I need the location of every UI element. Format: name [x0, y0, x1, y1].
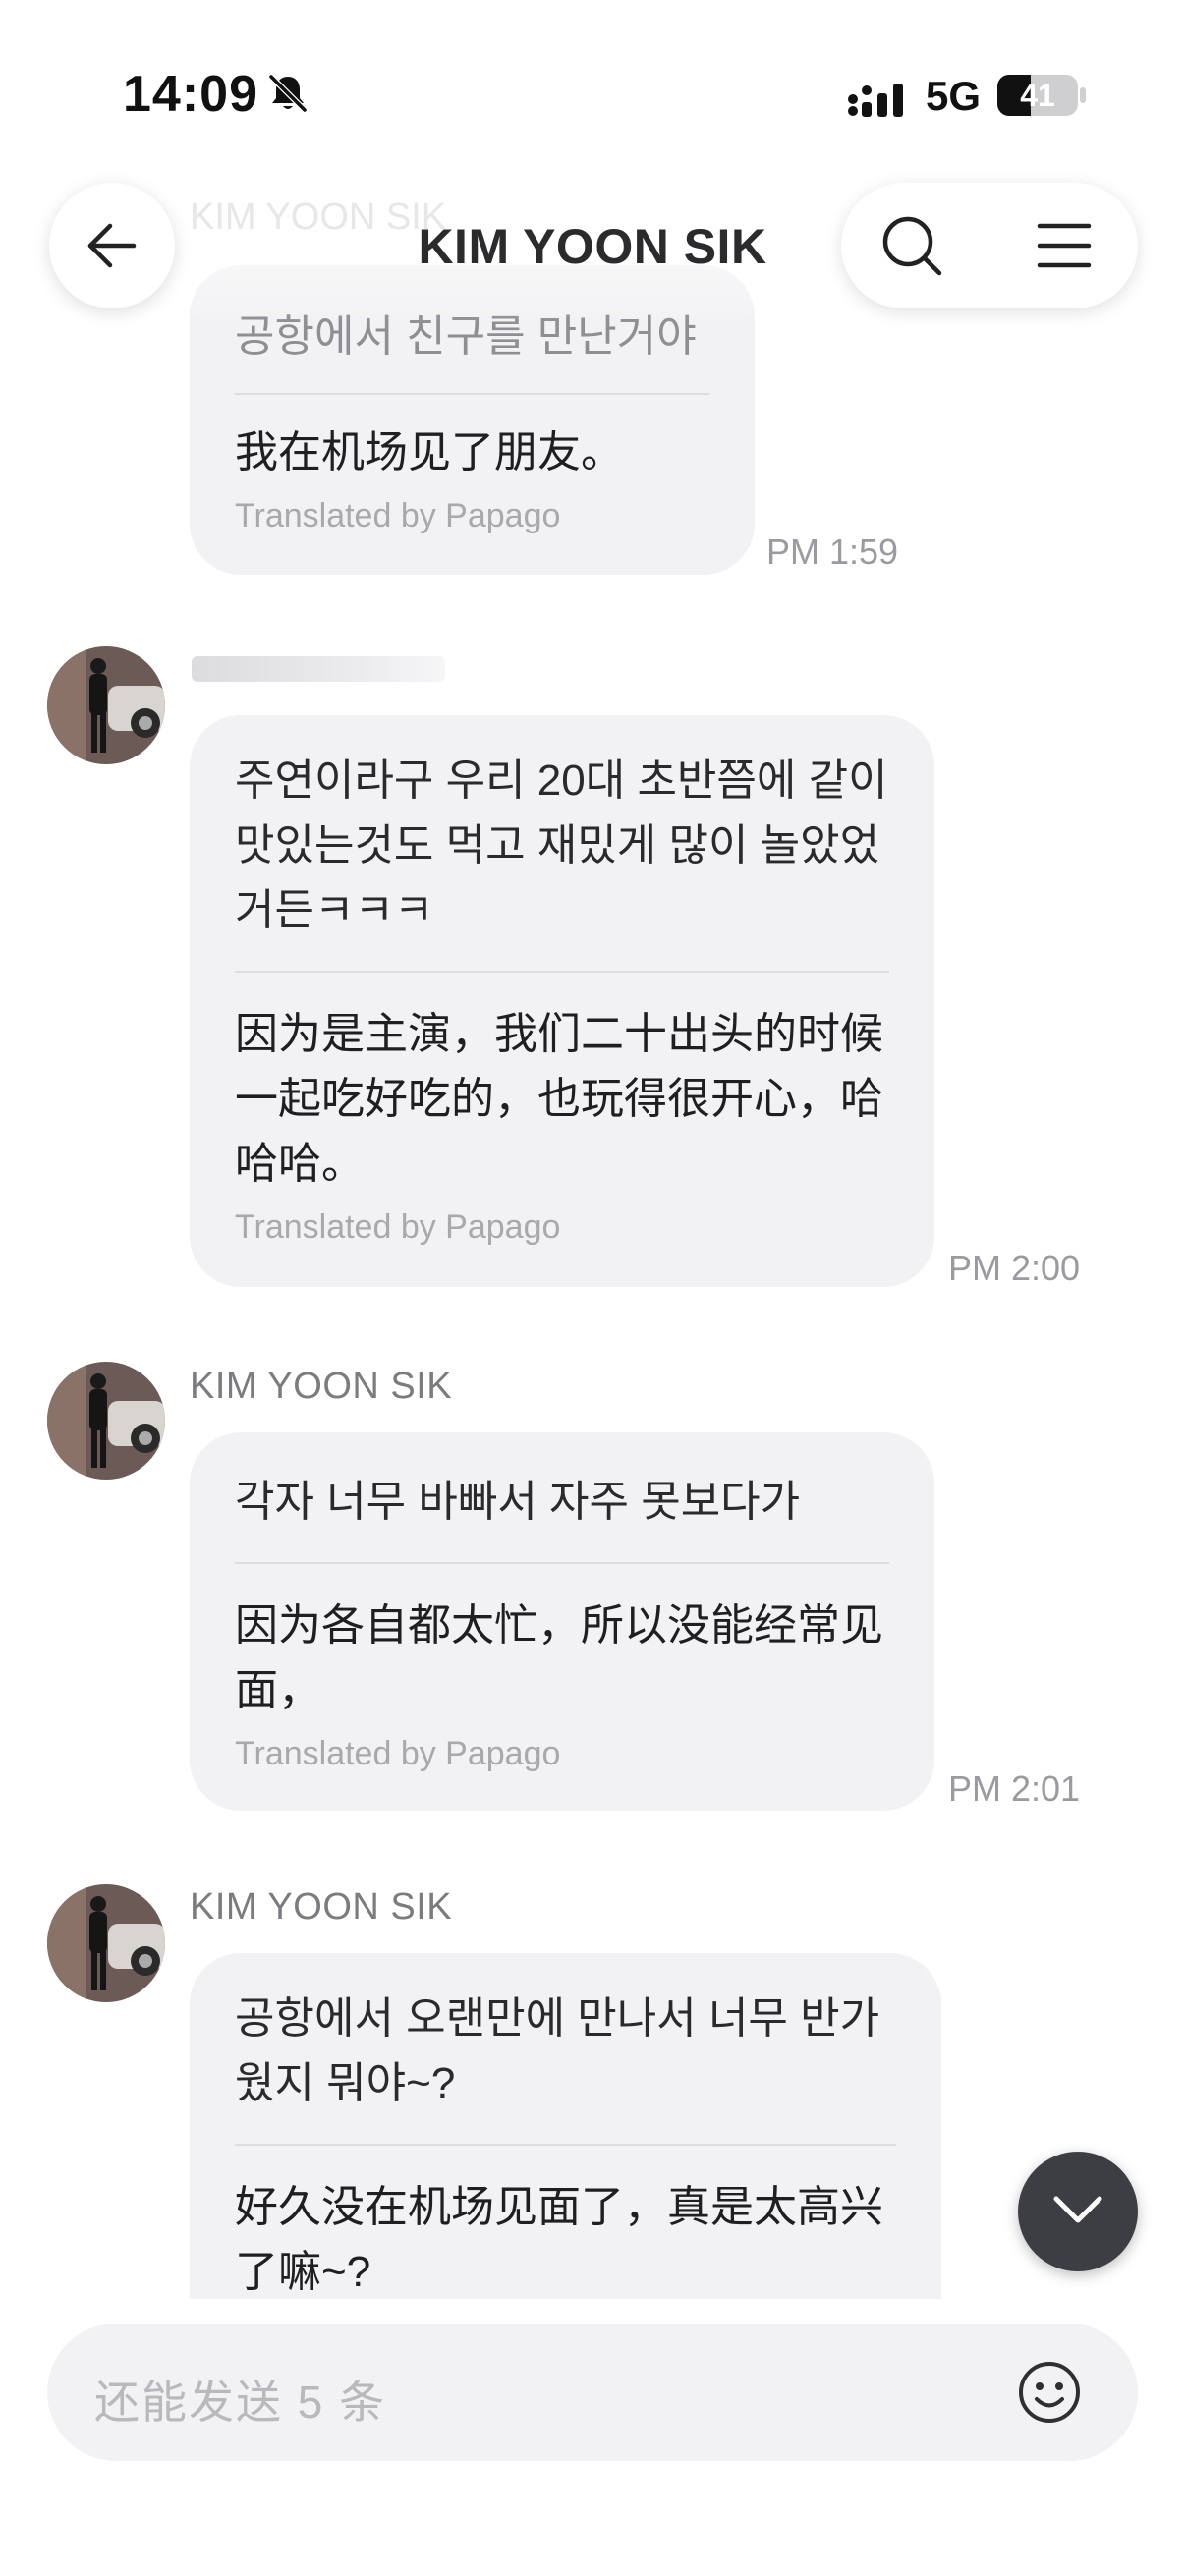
bubble-divider	[235, 393, 709, 395]
message-bubble[interactable]: 공항에서 오랜만에 만나서 너무 반가웠지 뭐야~? 好久没在机场见面了，真是太…	[190, 1953, 941, 2346]
battery-indicator: 41	[997, 75, 1078, 116]
status-time: 14:09	[123, 66, 258, 123]
message-time: PM 1:59	[766, 532, 899, 572]
battery-percent: 41	[1020, 78, 1055, 113]
message-bubble[interactable]: 주연이라구 우리 20대 초반쯤에 같이 맛있는것도 먹고 재밌게 많이 놀았었…	[190, 715, 934, 1287]
translation-credit: Translated by Papago	[235, 1208, 561, 1246]
avatar-photo	[47, 646, 165, 764]
message-translation-text: 因为是主演，我们二十出头的时候一起吃好吃的，也玩得很开心，哈哈哈。	[235, 1010, 883, 1188]
scroll-to-bottom-button[interactable]	[1018, 2152, 1138, 2271]
sender-name-redacted	[192, 656, 445, 682]
message-original-text: 각자 너무 바빠서 자주 못보다가	[235, 1478, 801, 1526]
message-translation-text: 我在机场见了朋友。	[235, 428, 624, 476]
header-actions	[841, 183, 1138, 308]
bubble-divider	[235, 2144, 896, 2146]
message-bubble[interactable]: 각자 너무 바빠서 자주 못보다가 因为各自都太忙，所以没能经常见面， Tran…	[190, 1432, 934, 1811]
message-original-text: 공항에서 오랜만에 만나서 너무 반가웠지 뭐야~?	[235, 1994, 880, 2107]
message-translation-text: 好久没在机场见面了，真是太高兴了嘛~?	[235, 2183, 883, 2296]
message-composer[interactable]: 还能发送 5 条	[47, 2324, 1138, 2461]
hamburger-menu-icon[interactable]	[1036, 218, 1093, 273]
bell-slash-icon	[268, 74, 308, 113]
bubble-divider	[235, 1562, 889, 1564]
sender-avatar[interactable]	[47, 646, 165, 764]
network-type: 5G	[926, 73, 982, 119]
sender-name: KIM YOON SIK	[190, 1886, 453, 1928]
message-time: PM 2:01	[948, 1768, 1081, 1809]
search-icon[interactable]	[880, 214, 945, 279]
arrow-left-icon	[87, 223, 137, 268]
message-original-text: 주연이라구 우리 20대 초반쯤에 같이 맛있는것도 먹고 재밌게 많이 놀았었…	[235, 756, 888, 934]
avatar-photo	[47, 1362, 165, 1480]
message-time: PM 2:00	[948, 1248, 1081, 1288]
sender-avatar[interactable]	[47, 1362, 165, 1480]
chevron-down-icon	[1053, 2196, 1102, 2223]
sender-name: KIM YOON SIK	[190, 1366, 453, 1407]
translation-credit: Translated by Papago	[235, 497, 561, 534]
sender-avatar[interactable]	[47, 1884, 165, 2002]
message-input[interactable]: 还能发送 5 条	[94, 2367, 386, 2432]
avatar-photo	[47, 1884, 165, 2002]
smiley-icon[interactable]	[1016, 2359, 1083, 2426]
bubble-divider	[235, 971, 889, 973]
signal-bars-icon	[848, 84, 903, 117]
chat-title: KIM YOON SIK	[418, 219, 767, 274]
back-button[interactable]	[49, 183, 175, 308]
battery-tip	[1080, 87, 1086, 103]
message-translation-text: 因为各自都太忙，所以没能经常见面，	[235, 1601, 883, 1714]
translation-credit: Translated by Papago	[235, 1735, 561, 1772]
